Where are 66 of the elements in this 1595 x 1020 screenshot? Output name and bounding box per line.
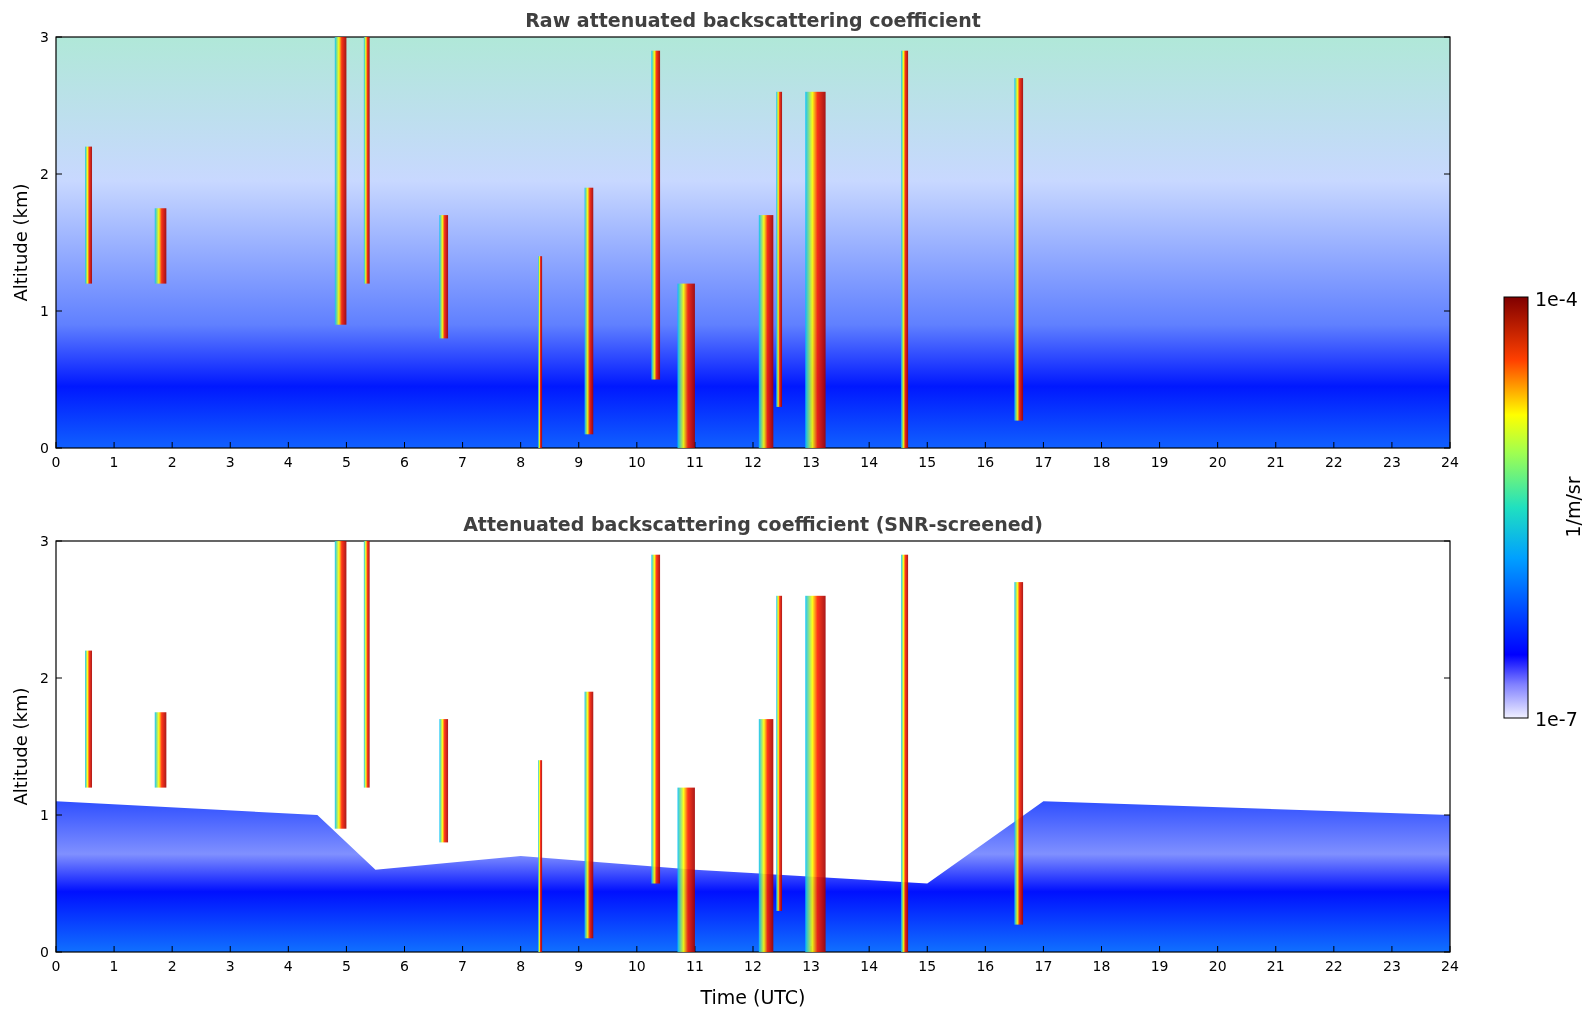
y-tick-label: 1 <box>40 807 49 823</box>
x-tick-label: 2 <box>167 958 177 974</box>
x-tick-label: 21 <box>1266 454 1285 470</box>
x-tick-label: 11 <box>686 958 704 974</box>
x-tick-label: 9 <box>574 454 584 470</box>
x-tick-label: 9 <box>574 958 584 974</box>
x-tick-label: 10 <box>627 454 646 470</box>
y-tick-label: 1 <box>40 303 49 319</box>
axis-label: Altitude (km) <box>10 183 31 302</box>
x-tick-label: 8 <box>516 454 526 470</box>
x-tick-label: 18 <box>1092 958 1111 974</box>
x-tick-label: 4 <box>283 958 293 974</box>
y-tick-label: 2 <box>40 166 49 182</box>
x-tick-label: 0 <box>51 454 61 470</box>
x-tick-label: 7 <box>458 958 468 974</box>
axis-label: Altitude (km) <box>10 687 31 806</box>
x-tick-label: 15 <box>918 454 937 470</box>
x-tick-label: 16 <box>976 454 995 470</box>
x-tick-label: 3 <box>225 454 235 470</box>
x-tick-label: 15 <box>918 958 937 974</box>
x-tick-label: 0 <box>51 958 61 974</box>
x-tick-label: 22 <box>1324 958 1343 974</box>
x-tick-label: 20 <box>1208 454 1227 470</box>
x-tick-label: 23 <box>1383 958 1401 974</box>
x-tick-label: 13 <box>802 454 820 470</box>
x-tick-label: 3 <box>225 958 235 974</box>
x-tick-label: 14 <box>860 454 879 470</box>
x-tick-label: 2 <box>167 454 177 470</box>
x-tick-label: 1 <box>109 958 119 974</box>
plot-title: Attenuated backscattering coefficient (SNR-screened) <box>463 513 1043 535</box>
x-tick-label: 8 <box>516 958 526 974</box>
x-tick-label: 19 <box>1150 958 1169 974</box>
x-tick-label: 11 <box>686 454 704 470</box>
x-tick-label: 1 <box>109 454 119 470</box>
x-tick-label: 24 <box>1441 958 1459 974</box>
colorbar-min-label: 1e-7 <box>1535 708 1578 730</box>
x-tick-label: 5 <box>341 958 351 974</box>
x-tick-label: 17 <box>1034 454 1053 470</box>
x-tick-label: 22 <box>1324 454 1343 470</box>
y-tick-label: 3 <box>40 533 49 549</box>
x-tick-label: 18 <box>1092 454 1111 470</box>
axis-label: Time (UTC) <box>700 986 806 1008</box>
y-tick-label: 0 <box>40 440 49 456</box>
colorbar-max-label: 1e-4 <box>1535 288 1578 310</box>
x-tick-label: 6 <box>400 958 409 974</box>
x-tick-label: 10 <box>627 958 646 974</box>
x-tick-label: 19 <box>1150 454 1169 470</box>
x-tick-label: 21 <box>1266 958 1285 974</box>
x-tick-label: 16 <box>976 958 995 974</box>
x-tick-label: 4 <box>283 454 293 470</box>
plot-title: Raw attenuated backscattering coefficient <box>525 9 981 31</box>
x-tick-label: 13 <box>802 958 820 974</box>
x-tick-label: 23 <box>1383 454 1401 470</box>
x-tick-label: 12 <box>744 454 762 470</box>
x-tick-label: 24 <box>1441 454 1459 470</box>
colorbar-label: 1/m/sr <box>1562 476 1584 538</box>
x-tick-label: 5 <box>341 454 351 470</box>
x-tick-label: 14 <box>860 958 879 974</box>
y-tick-label: 0 <box>40 944 49 960</box>
x-tick-label: 12 <box>744 958 762 974</box>
y-tick-label: 2 <box>40 670 49 686</box>
x-tick-label: 6 <box>400 454 409 470</box>
x-tick-label: 20 <box>1208 958 1227 974</box>
x-tick-label: 17 <box>1034 958 1053 974</box>
x-tick-label: 7 <box>458 454 468 470</box>
y-tick-label: 3 <box>40 29 49 45</box>
